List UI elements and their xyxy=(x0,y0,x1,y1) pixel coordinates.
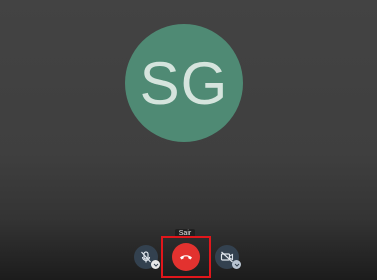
call-stage: SG Sair xyxy=(0,0,377,280)
leave-call-button[interactable] xyxy=(172,243,200,271)
chevron-down-icon xyxy=(153,262,159,268)
chevron-down-icon xyxy=(234,262,240,268)
participant-avatar: SG xyxy=(125,24,243,142)
mic-options-badge[interactable] xyxy=(151,260,160,269)
participant-initials: SG xyxy=(139,50,229,117)
phone-hangup-icon xyxy=(179,252,193,262)
camera-options-badge[interactable] xyxy=(232,260,241,269)
